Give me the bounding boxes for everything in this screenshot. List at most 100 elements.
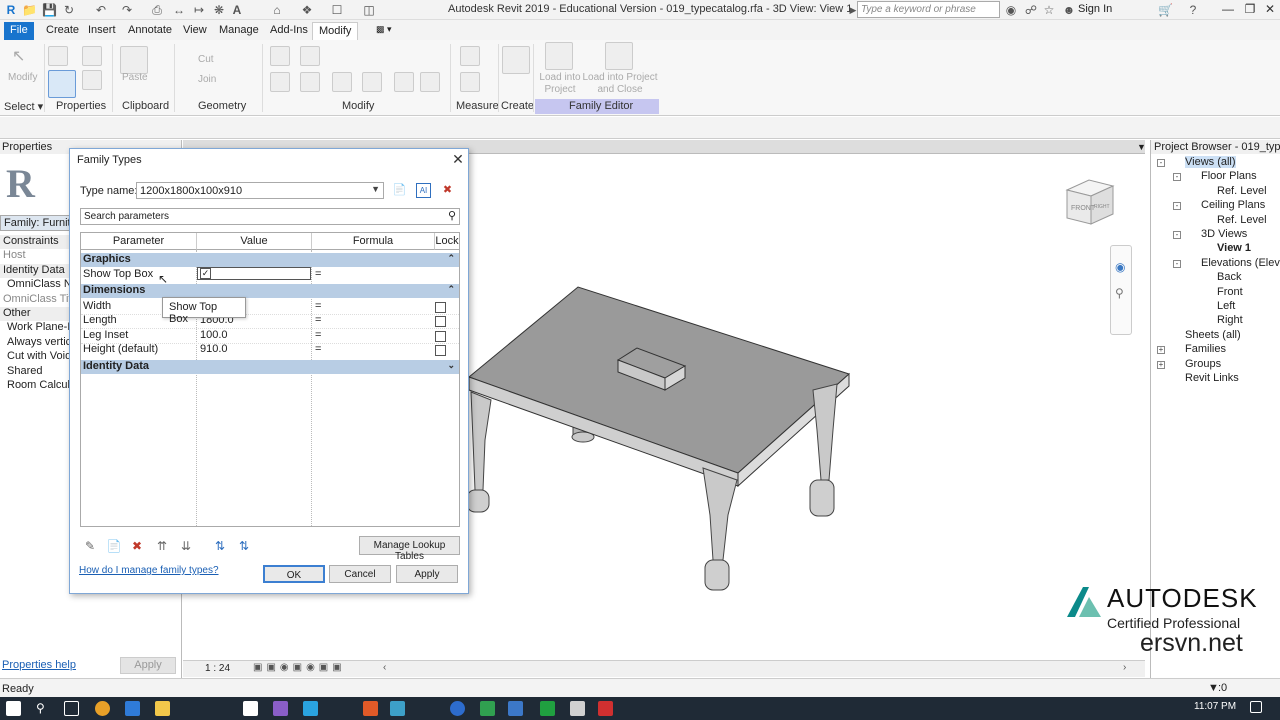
offset-icon[interactable] [300, 46, 320, 66]
panel-select-label[interactable]: Select ▾ [4, 100, 43, 113]
lock-checkbox[interactable] [435, 345, 446, 356]
parameter-value[interactable]: 100.0 [198, 329, 310, 343]
section-icon[interactable]: ❖ [300, 3, 314, 17]
group-header-dimensions[interactable]: Dimensions ⌃ [81, 284, 459, 298]
binoculars-icon[interactable]: ◉ [1004, 3, 1018, 17]
browser-item[interactable]: Elevations (Elevation 1) [1201, 257, 1280, 269]
print-icon[interactable]: ⎙ [150, 3, 164, 17]
user-icon[interactable]: ☻ [1062, 3, 1076, 17]
search-parameters-input[interactable]: Search parameters ⚲ [80, 208, 460, 225]
tab-view[interactable]: View [177, 22, 213, 40]
load-into-project-close-button[interactable]: Load into Project and Close [582, 72, 658, 96]
cursor-icon[interactable]: ↖ [12, 46, 32, 66]
browser-item[interactable]: View 1 [1217, 242, 1251, 254]
tag-icon[interactable]: ❋ [212, 3, 226, 17]
edit-parameter-icon[interactable]: ✎ [82, 539, 98, 553]
group-header-graphics[interactable]: Graphics ⌃ [81, 253, 459, 267]
mail-icon[interactable] [243, 701, 258, 716]
collapse-icon[interactable]: - [1173, 259, 1181, 268]
rename-type-icon[interactable]: AI [416, 183, 431, 198]
app-icon[interactable] [598, 701, 613, 716]
browser-item[interactable]: Floor Plans [1201, 170, 1257, 182]
manage-family-types-help-link[interactable]: How do I manage family types? [79, 565, 219, 576]
minimize-button[interactable]: — [1218, 2, 1238, 18]
dialog-close-button[interactable]: ✕ [450, 151, 466, 167]
excel-icon[interactable] [540, 701, 555, 716]
expand-icon[interactable]: + [1157, 346, 1165, 355]
scroll-left-icon[interactable]: ‹ [383, 662, 386, 673]
new-type-icon[interactable]: 📄 [392, 183, 407, 198]
parameter-formula[interactable]: = [313, 329, 433, 343]
communication-icon[interactable]: ☍ [1024, 3, 1038, 17]
scroll-right-icon[interactable]: › [1123, 662, 1126, 673]
redo-icon[interactable]: ↷ [120, 3, 134, 17]
revit-taskbar-icon[interactable] [508, 701, 523, 716]
column-header-lock[interactable]: Lock [435, 233, 459, 250]
apply-button[interactable]: Apply [396, 565, 458, 583]
task-view-icon[interactable] [64, 701, 79, 716]
app-icon[interactable] [303, 701, 318, 716]
zoom-icon[interactable]: ⚲ [1115, 286, 1124, 300]
type-properties-icon[interactable] [82, 46, 102, 66]
array-icon[interactable] [394, 72, 414, 92]
expand-icon[interactable]: + [1157, 360, 1165, 369]
browser-item[interactable]: Back [1217, 271, 1241, 283]
delete-type-icon[interactable]: ✖ [440, 183, 455, 198]
view-scale[interactable]: 1 : 24 [205, 663, 230, 674]
keyword-search-input[interactable]: Type a keyword or phrase [857, 1, 1000, 18]
tab-annotate[interactable]: Annotate [122, 22, 178, 40]
undo-icon[interactable]: ↶ [94, 3, 108, 17]
collapse-icon[interactable]: - [1173, 202, 1181, 211]
lock-checkbox[interactable] [435, 302, 446, 313]
column-header-parameter[interactable]: Parameter [81, 233, 197, 250]
view-control-icons[interactable]: ▣▣◉▣◉▣▣ [253, 662, 346, 673]
save-icon[interactable]: 💾 [42, 3, 57, 17]
browser-item[interactable]: Revit Links [1185, 372, 1239, 384]
rotate-icon[interactable] [332, 72, 352, 92]
parameter-value[interactable]: 910.0 [198, 343, 310, 357]
app-icon[interactable] [363, 701, 378, 716]
cancel-button[interactable]: Cancel [329, 565, 391, 583]
join-button[interactable]: Join [198, 74, 216, 85]
load-into-project-icon[interactable] [545, 42, 573, 70]
cut-button[interactable]: Cut [198, 54, 214, 65]
tab-file[interactable]: File [4, 22, 34, 40]
load-into-project-button[interactable]: Load into Project [538, 72, 582, 96]
close-window-button[interactable]: ✕ [1260, 2, 1280, 18]
app-icon[interactable] [450, 701, 465, 716]
collapse-icon[interactable]: - [1157, 159, 1165, 167]
move-down-icon[interactable]: ⇊ [178, 539, 194, 553]
cart-icon[interactable]: 🛒 [1158, 3, 1173, 17]
search-icon[interactable]: ⚲ [36, 701, 51, 716]
measure-icon[interactable]: ↔ [172, 3, 186, 17]
move-icon[interactable] [270, 72, 290, 92]
paste-icon[interactable] [120, 46, 148, 74]
3d-view-icon[interactable]: ⌂ [270, 3, 284, 17]
paste-button[interactable]: Paste [122, 72, 148, 83]
parameter-formula[interactable]: = [313, 300, 433, 314]
new-parameter-icon[interactable]: 📄 [106, 539, 122, 553]
open-icon[interactable]: 📁 [22, 3, 37, 17]
steering-wheel-icon[interactable]: ◉ [1115, 260, 1125, 274]
file-explorer-icon[interactable] [155, 701, 170, 716]
ok-button[interactable]: OK [263, 565, 325, 583]
family-types-icon[interactable] [48, 70, 76, 98]
align-icon[interactable] [270, 46, 290, 66]
browser-item[interactable]: Right [1217, 314, 1243, 326]
navigation-bar[interactable]: ◉ ⚲ [1110, 245, 1132, 335]
dimension-tool-icon[interactable] [460, 72, 480, 92]
pane-menu-icon[interactable]: ▼ [1137, 142, 1146, 152]
sort-ascending-icon[interactable]: ⇅ [212, 539, 228, 553]
browser-item[interactable]: Ceiling Plans [1201, 199, 1265, 211]
tab-modify[interactable]: Modify [312, 22, 359, 40]
manage-lookup-tables-button[interactable]: Manage Lookup Tables [359, 536, 460, 562]
browser-item[interactable]: Front [1217, 286, 1243, 298]
scale-icon[interactable] [420, 72, 440, 92]
parameter-formula[interactable]: = [313, 343, 433, 357]
move-up-icon[interactable]: ⇈ [154, 539, 170, 553]
notifications-icon[interactable] [1250, 701, 1262, 713]
tab-create[interactable]: Create [40, 22, 85, 40]
text-icon[interactable]: A [230, 3, 244, 17]
app-icon[interactable] [480, 701, 495, 716]
browser-item[interactable]: Ref. Level [1217, 185, 1267, 197]
